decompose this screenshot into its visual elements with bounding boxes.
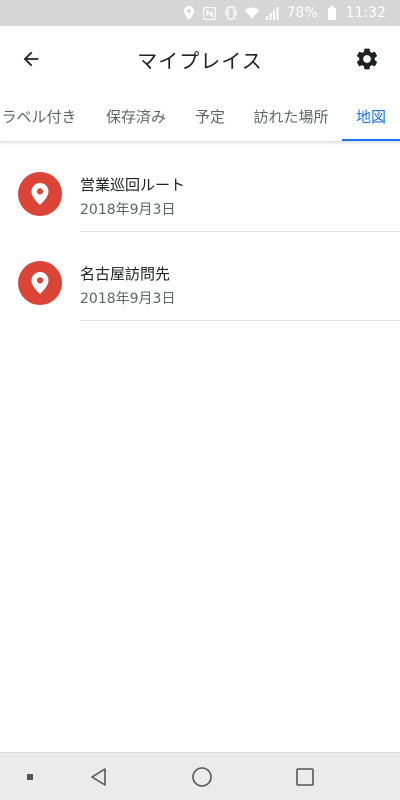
tab-saved[interactable]: 保存済み [96,90,176,141]
back-triangle-icon[interactable] [87,765,111,789]
tab-bar: ラベル付き 保存済み 予定 訪れた場所 地図 [0,90,400,142]
gear-icon [356,48,378,70]
tab-label: 地図 [355,107,386,126]
nfc-icon [203,6,217,20]
battery-percent: 78% [286,5,318,21]
map-date: 2018年9月3日 [80,202,176,218]
tab-label: 訪れた場所 [253,107,329,126]
divider [80,320,400,321]
tab-label: ラベル付き [1,107,77,126]
tab-maps[interactable]: 地図 [342,90,400,141]
app-bar: マイプレイス [0,26,400,90]
tab-labeled[interactable]: ラベル付き [0,90,82,141]
map-title: 営業巡回ルート [80,176,186,194]
cell-signal-icon [266,6,280,20]
tab-planned[interactable]: 予定 [184,90,236,141]
menu-dot-icon[interactable] [18,765,42,789]
tab-label: 予定 [194,107,225,126]
tab-label: 保存済み [105,107,166,126]
battery-icon [325,6,339,20]
status-bar: 78% 11:32 [0,0,400,26]
system-nav-bar [0,752,400,800]
clock: 11:32 [345,5,386,21]
map-title: 名古屋訪問先 [80,265,171,283]
recents-square-icon[interactable] [293,765,317,789]
map-list: 営業巡回ルート 2018年9月3日 名古屋訪問先 2018年9月3日 [0,143,400,321]
map-date: 2018年9月3日 [80,291,176,307]
tab-visited[interactable]: 訪れた場所 [244,90,338,141]
location-icon [182,6,196,20]
place-pin-icon [18,261,62,305]
wifi-icon [244,6,259,20]
home-circle-icon[interactable] [190,765,214,789]
place-pin-icon [18,172,62,216]
page-title: マイプレイス [137,49,263,73]
active-tab-indicator [342,139,400,141]
list-item[interactable]: 名古屋訪問先 2018年9月3日 [0,232,400,321]
vibrate-icon [224,6,238,20]
list-item[interactable]: 営業巡回ルート 2018年9月3日 [0,143,400,232]
settings-button[interactable] [350,42,384,76]
